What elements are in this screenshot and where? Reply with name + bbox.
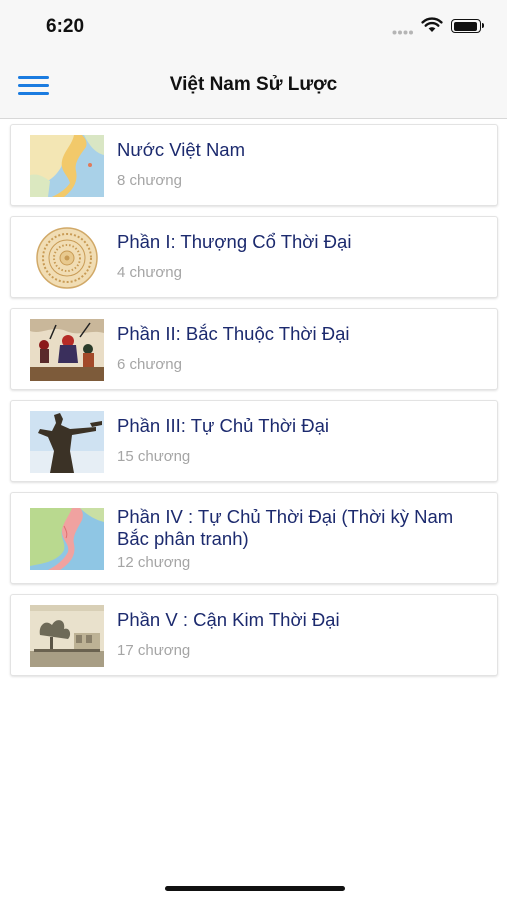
wifi-icon — [421, 17, 443, 32]
item-title: Phần V : Cận Kim Thời Đại — [117, 609, 340, 630]
battery-icon — [451, 19, 481, 33]
item-title: Nước Việt Nam — [117, 139, 246, 160]
chapter-list: Nước Việt Nam 8 chương Phần I: Thượng Cổ… — [10, 124, 498, 686]
list-item[interactable]: Phần I: Thượng Cổ Thời Đại 4 chương — [10, 216, 498, 298]
item-chapter-count: 4 chương — [117, 264, 182, 281]
cellular-signal-icon — [392, 30, 413, 35]
list-item[interactable]: Phần IV : Tự Chủ Thời Đại (Thời kỳ Nam B… — [10, 492, 498, 584]
list-item[interactable]: Phần III: Tự Chủ Thời Đại 15 chương — [10, 400, 498, 482]
item-chapter-count: 17 chương — [117, 642, 191, 659]
item-chapter-count: 12 chương — [117, 554, 191, 571]
list-item[interactable]: Nước Việt Nam 8 chương — [10, 124, 498, 206]
item-chapter-count: 6 chương — [117, 356, 182, 373]
battle-painting-thumbnail — [30, 319, 104, 381]
item-title: Phần IV : Tự Chủ Thời Đại (Thời kỳ Nam B… — [117, 506, 454, 549]
item-title: Phần II: Bắc Thuộc Thời Đại — [117, 323, 350, 344]
item-title: Phần III: Tự Chủ Thời Đại — [117, 415, 330, 436]
warrior-statue-thumbnail — [30, 411, 104, 473]
item-title: Phần I: Thượng Cổ Thời Đại — [117, 231, 352, 252]
page-title: Việt Nam Sử Lược — [169, 74, 338, 95]
bronze-drum-pattern-thumbnail — [30, 227, 104, 289]
list-item[interactable]: Phần V : Cận Kim Thời Đại 17 chương — [10, 594, 498, 676]
home-indicator[interactable] — [165, 886, 345, 891]
status-time: 6:20 — [46, 16, 85, 37]
battery-tip — [482, 23, 484, 28]
item-chapter-count: 8 chương — [117, 172, 182, 189]
historical-map-thumbnail — [30, 508, 104, 570]
navigation-bar: Việt Nam Sử Lược — [0, 52, 507, 119]
old-photograph-thumbnail — [30, 605, 104, 667]
status-bar: 6:20 — [0, 0, 507, 52]
list-item[interactable]: Phần II: Bắc Thuộc Thời Đại 6 chương — [10, 308, 498, 390]
item-chapter-count: 15 chương — [117, 448, 191, 465]
map-of-vietnam-thumbnail — [30, 135, 104, 197]
